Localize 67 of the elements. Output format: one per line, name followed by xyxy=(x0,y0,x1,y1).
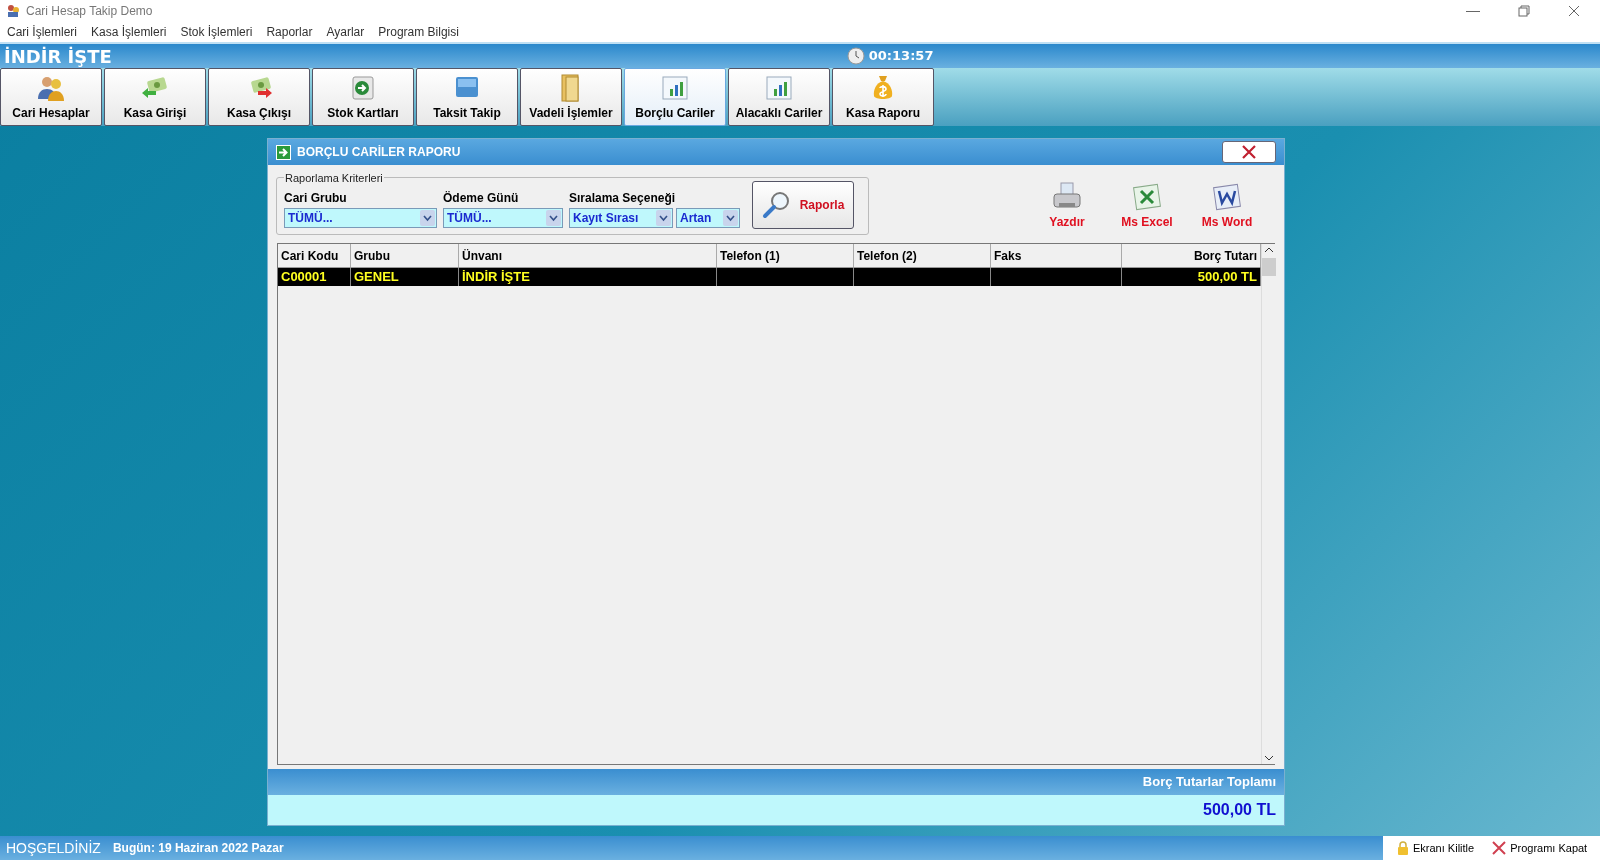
status-action-button[interactable]: Programı Kapat xyxy=(1492,839,1588,857)
menu-item[interactable]: Program Bilgisi xyxy=(378,23,459,41)
toolbar-button[interactable]: Stok Kartları xyxy=(312,68,414,126)
close-icon xyxy=(1492,841,1507,855)
toolbar-button[interactable]: Taksit Takip xyxy=(416,68,518,126)
minimize-icon[interactable] xyxy=(1466,10,1480,12)
close-icon xyxy=(1242,145,1256,159)
caret-icon xyxy=(420,210,435,226)
field-label: Cari Grubu xyxy=(284,190,348,207)
dropdown-field[interactable]: TÜMÜ... xyxy=(284,208,437,228)
export-button[interactable]: Yazdır xyxy=(1038,181,1096,231)
chart-icon xyxy=(764,73,794,103)
menu-item[interactable]: Stok İşlemleri xyxy=(180,23,253,41)
toolbar-button[interactable]: Kasa Girişi xyxy=(104,68,206,126)
menu-item[interactable]: Cari İşlemleri xyxy=(7,23,77,41)
dropdown-field[interactable]: Kayıt Sırası xyxy=(569,208,673,228)
dropdown-field[interactable]: TÜMÜ... xyxy=(443,208,563,228)
dialog-title: BORÇLU CARİLER RAPORU xyxy=(297,144,461,161)
table-row[interactable]: C00001 GENEL İNDİR İŞTE 500,00 TL xyxy=(278,268,1261,286)
table-cell: İNDİR İŞTE xyxy=(459,268,717,286)
caret-icon xyxy=(656,210,671,226)
column-header[interactable]: Grubu xyxy=(351,244,459,267)
menu-item[interactable]: Raporlar xyxy=(266,23,313,41)
total-label: Borç Tutarlar Toplamı xyxy=(1142,773,1276,792)
magnifier-icon xyxy=(761,190,792,220)
total-value: 500,00 TL xyxy=(1203,800,1276,820)
arrow-right-icon xyxy=(276,144,291,160)
window-title: Cari Hesap Takip Demo xyxy=(26,3,153,20)
close-button[interactable] xyxy=(1222,141,1276,163)
table-cell: C00001 xyxy=(278,268,351,286)
company-name: İNDİR İŞTE xyxy=(4,44,112,69)
export-button[interactable]: Ms Word xyxy=(1198,181,1256,231)
toolbar-button[interactable]: Alacaklı Cariler xyxy=(728,68,830,126)
column-header[interactable]: Telefon (2) xyxy=(854,244,991,267)
scrollbar[interactable] xyxy=(1261,244,1276,764)
close-icon[interactable] xyxy=(1568,5,1580,17)
lock-icon xyxy=(1397,841,1409,855)
welcome-text: HOŞGELDİNİZ xyxy=(5,838,102,858)
status-action-button[interactable]: Ekranı Kilitle xyxy=(1397,839,1475,857)
users-icon xyxy=(6,4,20,18)
toolbar-button[interactable]: Cari Hesaplar xyxy=(0,68,102,126)
clock-time: 00:13:57 xyxy=(868,47,934,66)
restore-icon[interactable] xyxy=(1518,5,1530,17)
column-header[interactable]: Faks xyxy=(991,244,1122,267)
scroll-thumb[interactable] xyxy=(1262,258,1276,276)
export-button[interactable]: Ms Excel xyxy=(1118,181,1176,231)
date-text: Bugün: 19 Haziran 2022 Pazar xyxy=(111,840,285,857)
scroll-up-icon[interactable] xyxy=(1264,246,1274,254)
menu-item[interactable]: Ayarlar xyxy=(326,23,365,41)
field-label: Sıralama Seçeneği xyxy=(569,190,677,207)
column-header[interactable]: Telefon (1) xyxy=(717,244,854,267)
toolbar-button[interactable]: Kasa Raporu xyxy=(832,68,934,126)
table-cell: GENEL xyxy=(351,268,459,286)
caret-icon xyxy=(723,210,738,226)
toolbar-button[interactable]: Borçlu Cariler xyxy=(624,68,726,126)
chart-icon xyxy=(660,73,690,103)
scroll-down-icon[interactable] xyxy=(1264,754,1274,762)
report-button[interactable]: Raporla xyxy=(752,181,854,229)
toolbar-button[interactable]: Vadeli İşlemler xyxy=(520,68,622,126)
field-label: Ödeme Günü xyxy=(443,190,520,207)
menu-item[interactable]: Kasa İşlemleri xyxy=(91,23,167,41)
column-header[interactable]: Ünvanı xyxy=(459,244,717,267)
clock-icon xyxy=(846,47,865,65)
toolbar-button[interactable]: Kasa Çıkışı xyxy=(208,68,310,126)
dropdown-field[interactable]: Artan xyxy=(676,208,740,228)
caret-icon xyxy=(546,210,561,226)
column-header[interactable]: Cari Kodu xyxy=(278,244,351,267)
